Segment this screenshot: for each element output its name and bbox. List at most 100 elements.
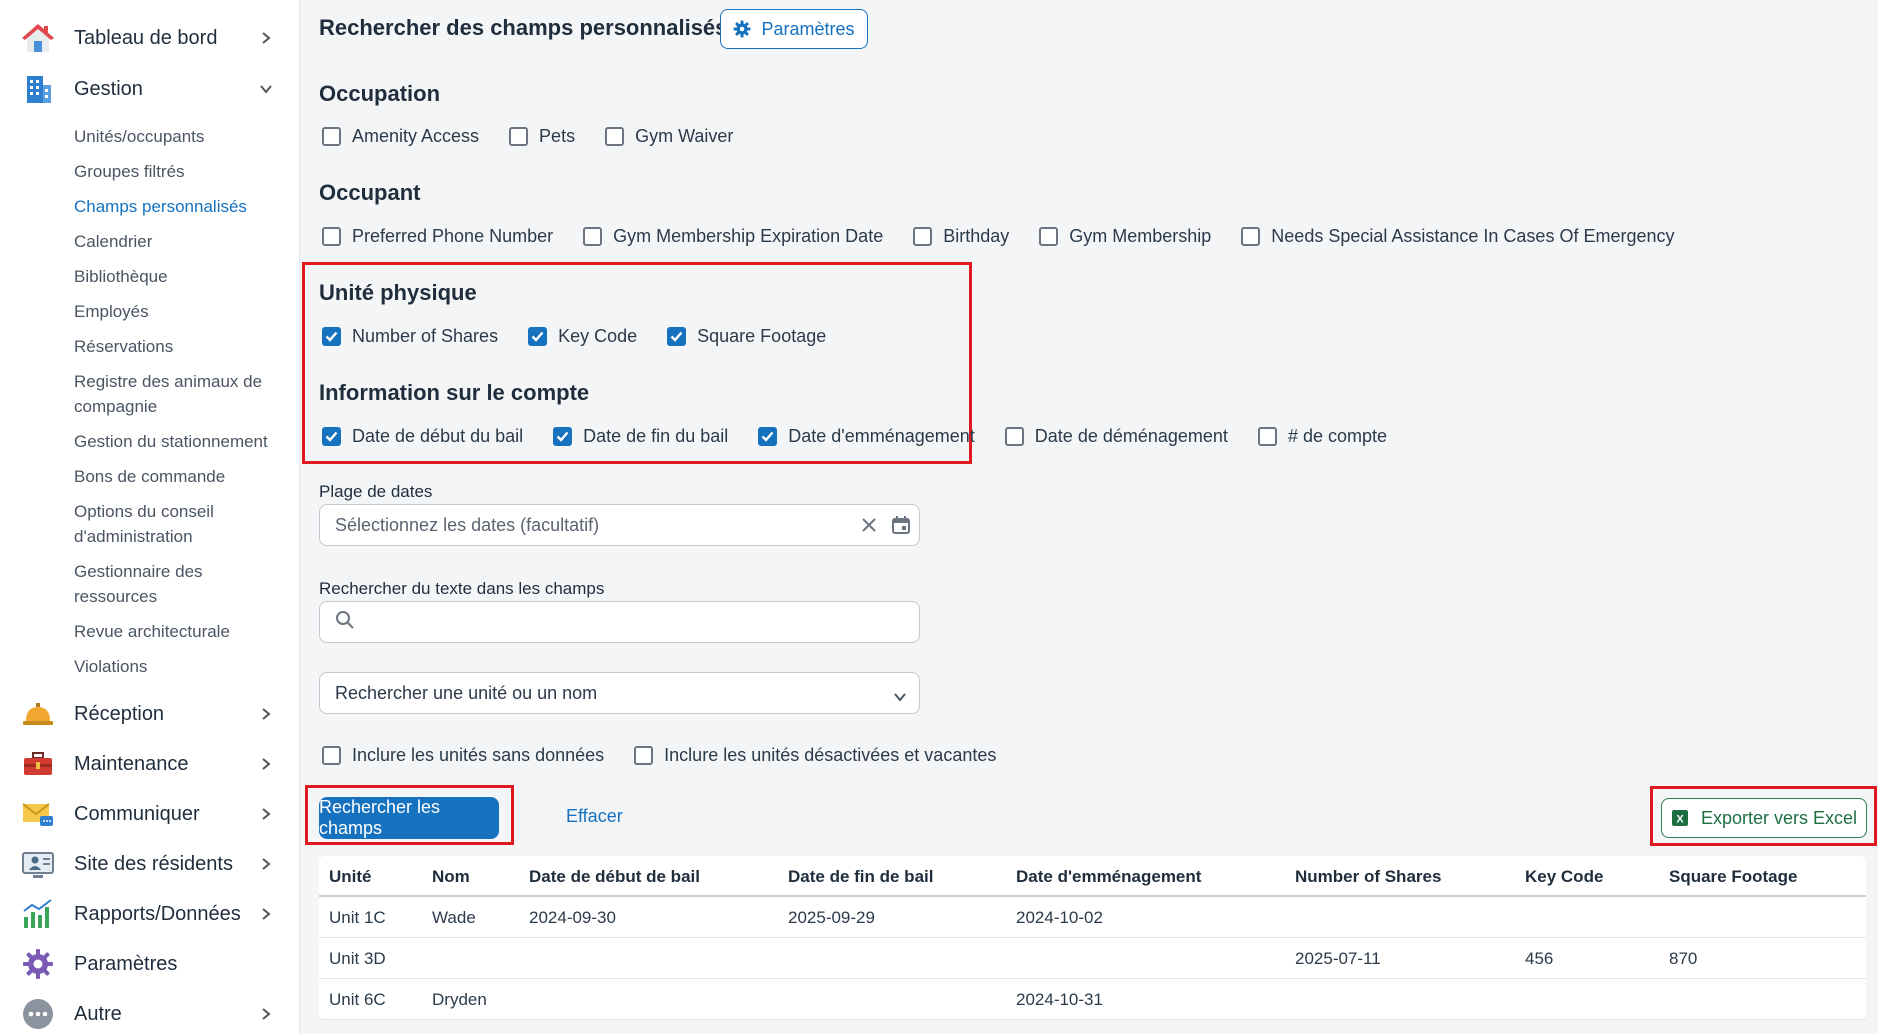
checkbox-special-assistance[interactable]: Needs Special Assistance In Cases Of Eme… bbox=[1241, 226, 1675, 247]
date-range-input[interactable]: Sélectionnez les dates (facultatif) bbox=[319, 504, 920, 546]
close-icon[interactable] bbox=[860, 516, 878, 539]
nav-other[interactable]: Autre bbox=[0, 992, 300, 1034]
checkbox-include-disabled[interactable]: Inclure les unités désactivées et vacant… bbox=[634, 745, 996, 766]
checkbox-box[interactable] bbox=[322, 745, 341, 765]
cell-name: Dryden bbox=[432, 989, 487, 1009]
nav-other-label: Autre bbox=[74, 1002, 122, 1025]
column-header-move-in[interactable]: Date d'emménagement bbox=[1016, 856, 1201, 897]
cell-unit: Unit 3D bbox=[329, 948, 386, 968]
checkbox-gym-membership[interactable]: Gym Membership bbox=[1039, 226, 1211, 247]
checkbox-box[interactable] bbox=[758, 426, 778, 446]
checkbox-gym-membership-expiration[interactable]: Gym Membership Expiration Date bbox=[583, 226, 883, 247]
sidebar-item-pet-registry[interactable]: Registre des animaux de compagnie bbox=[74, 369, 284, 419]
sidebar-item-architectural-review[interactable]: Revue architecturale bbox=[74, 619, 284, 644]
checkbox-pets[interactable]: Pets bbox=[509, 126, 575, 147]
column-header-lease-end[interactable]: Date de fin de bail bbox=[788, 856, 933, 897]
checkbox-label: Key Code bbox=[558, 325, 638, 346]
checkbox-preferred-phone[interactable]: Preferred Phone Number bbox=[322, 226, 553, 247]
column-header-square-footage[interactable]: Square Footage bbox=[1669, 856, 1797, 897]
physical-unit-options: Number of Shares Key Code Square Footage bbox=[322, 323, 856, 349]
nav-dashboard[interactable]: Tableau de bord bbox=[0, 16, 300, 60]
text-search-input[interactable] bbox=[319, 601, 920, 643]
bar-chart-icon bbox=[20, 896, 56, 932]
nav-reports[interactable]: Rapports/Données bbox=[0, 892, 300, 936]
checkbox-include-no-data[interactable]: Inclure les unités sans données bbox=[322, 745, 604, 766]
checkbox-key-code[interactable]: Key Code bbox=[528, 326, 637, 347]
checkbox-square-footage[interactable]: Square Footage bbox=[667, 326, 826, 347]
checkbox-move-in-date[interactable]: Date d'emménagement bbox=[758, 426, 975, 447]
search-fields-button[interactable]: Rechercher les champs bbox=[319, 797, 499, 839]
export-excel-button[interactable]: X Exporter vers Excel bbox=[1661, 798, 1867, 838]
sidebar-item-employees[interactable]: Employés bbox=[74, 299, 284, 324]
column-header-key-code[interactable]: Key Code bbox=[1525, 856, 1603, 897]
checkbox-box[interactable] bbox=[1241, 226, 1261, 246]
checkbox-box[interactable] bbox=[322, 326, 341, 346]
sidebar-item-units-occupants[interactable]: Unités/occupants bbox=[74, 124, 284, 149]
main-content: Rechercher des champs personnalisés Para… bbox=[300, 0, 1878, 1034]
calendar-icon[interactable] bbox=[891, 515, 911, 540]
sidebar-item-violations[interactable]: Violations bbox=[74, 654, 284, 679]
sidebar-item-resource-manager[interactable]: Gestionnaire des ressources bbox=[74, 559, 284, 609]
checkbox-gym-waiver[interactable]: Gym Waiver bbox=[605, 126, 733, 147]
sidebar-item-filtered-groups[interactable]: Groupes filtrés bbox=[74, 159, 284, 184]
nav-maintenance-label: Maintenance bbox=[74, 752, 189, 775]
gear-icon bbox=[20, 946, 56, 982]
sidebar-item-purchase-orders[interactable]: Bons de commande bbox=[74, 464, 284, 489]
checkbox-box[interactable] bbox=[583, 226, 603, 246]
settings-button[interactable]: Paramètres bbox=[720, 9, 868, 49]
checkbox-lease-start[interactable]: Date de début du bail bbox=[322, 426, 523, 447]
table-row[interactable]: Unit 6C Dryden 2024-10-31 bbox=[319, 979, 1866, 1020]
check-icon bbox=[325, 431, 338, 442]
checkbox-move-out-date[interactable]: Date de déménagement bbox=[1004, 426, 1228, 447]
column-header-unit[interactable]: Unité bbox=[329, 856, 372, 897]
checkbox-box[interactable] bbox=[667, 326, 687, 346]
checkbox-box[interactable] bbox=[322, 426, 341, 446]
checkbox-box[interactable] bbox=[913, 226, 933, 246]
cell-lease-end: 2025-09-29 bbox=[788, 907, 875, 927]
nav-settings[interactable]: Paramètres bbox=[0, 942, 300, 986]
nav-maintenance[interactable]: Maintenance bbox=[0, 742, 300, 786]
column-header-name[interactable]: Nom bbox=[432, 856, 470, 897]
nav-management[interactable]: Gestion bbox=[0, 67, 300, 111]
sidebar-item-calendar[interactable]: Calendrier bbox=[74, 229, 284, 254]
table-row[interactable]: Unit 1C Wade 2024-09-30 2025-09-29 2024-… bbox=[319, 897, 1866, 938]
nav-reception[interactable]: Réception bbox=[0, 692, 300, 736]
checkbox-box[interactable] bbox=[634, 745, 654, 765]
checkbox-account-number[interactable]: # de compte bbox=[1257, 426, 1387, 447]
occupant-options: Preferred Phone Number Gym Membership Ex… bbox=[322, 223, 1705, 249]
checkbox-box[interactable] bbox=[605, 126, 625, 146]
checkbox-label: Square Footage bbox=[697, 325, 827, 346]
checkbox-box[interactable] bbox=[553, 426, 573, 446]
checkbox-label: Date de fin du bail bbox=[583, 425, 729, 446]
nav-residents-site-label: Site des résidents bbox=[74, 852, 233, 875]
checkbox-box[interactable] bbox=[1004, 426, 1024, 446]
results-table: Unité Nom Date de début de bail Date de … bbox=[319, 856, 1866, 1020]
nav-reports-label: Rapports/Données bbox=[74, 902, 241, 925]
checkbox-box[interactable] bbox=[1039, 226, 1059, 246]
checkbox-box[interactable] bbox=[322, 126, 341, 146]
chevron-right-icon bbox=[258, 30, 274, 46]
sidebar-item-parking[interactable]: Gestion du stationnement bbox=[74, 429, 284, 454]
checkbox-box[interactable] bbox=[322, 226, 341, 246]
nav-communicate[interactable]: Communiquer bbox=[0, 792, 300, 836]
check-icon bbox=[670, 331, 683, 342]
sidebar-item-board-options[interactable]: Options du conseil d'administration bbox=[74, 499, 284, 549]
sidebar-item-reservations[interactable]: Réservations bbox=[74, 334, 284, 359]
clear-button[interactable]: Effacer bbox=[566, 806, 623, 827]
checkbox-number-of-shares[interactable]: Number of Shares bbox=[322, 326, 498, 347]
column-header-lease-start[interactable]: Date de début de bail bbox=[529, 856, 700, 897]
checkbox-box[interactable] bbox=[528, 326, 548, 346]
column-header-number-of-shares[interactable]: Number of Shares bbox=[1295, 856, 1441, 897]
table-row[interactable]: Unit 3D 2025-07-11 456 870 bbox=[319, 938, 1866, 979]
sidebar-item-library[interactable]: Bibliothèque bbox=[74, 264, 284, 289]
building-icon bbox=[20, 71, 56, 107]
checkbox-amenity-access[interactable]: Amenity Access bbox=[322, 126, 479, 147]
nav-residents-site[interactable]: Site des résidents bbox=[0, 842, 300, 886]
checkbox-box[interactable] bbox=[509, 126, 529, 146]
checkbox-birthday[interactable]: Birthday bbox=[913, 226, 1009, 247]
nav-reception-label: Réception bbox=[74, 702, 165, 725]
checkbox-box[interactable] bbox=[1257, 426, 1277, 446]
checkbox-lease-end[interactable]: Date de fin du bail bbox=[553, 426, 728, 447]
sidebar-item-custom-fields[interactable]: Champs personnalisés bbox=[74, 194, 284, 219]
unit-search-select[interactable]: Rechercher une unité ou un nom bbox=[319, 672, 920, 714]
